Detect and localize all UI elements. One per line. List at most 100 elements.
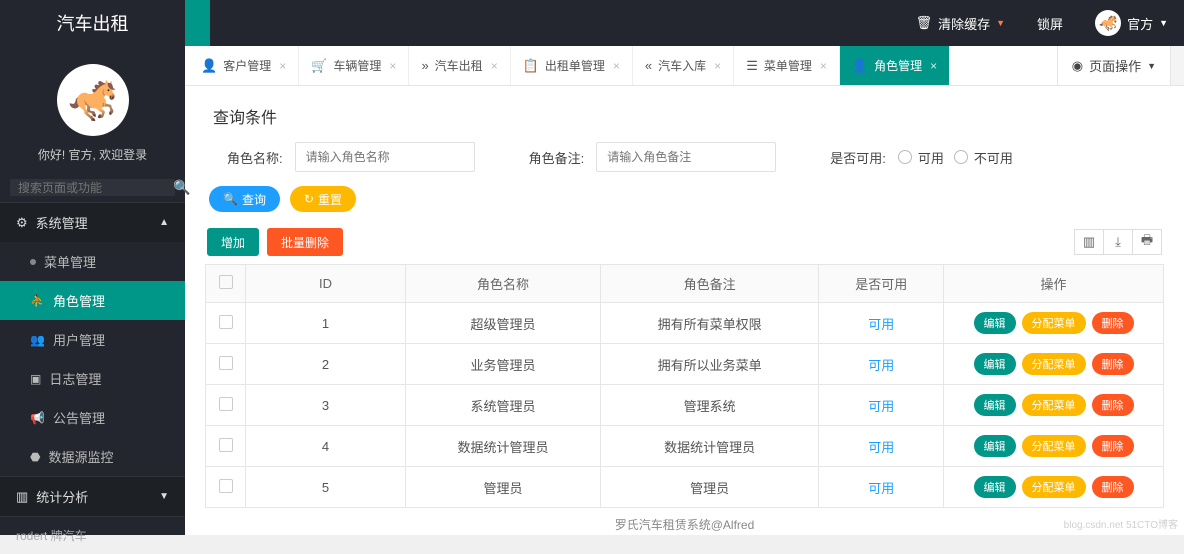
- sidebar-item-menu-mgmt[interactable]: 菜单管理: [0, 242, 185, 281]
- close-icon[interactable]: ×: [712, 59, 721, 73]
- clear-cache-button[interactable]: 🗑 清除缓存 ▼: [900, 14, 1021, 33]
- radio-available-yes[interactable]: 可用: [898, 148, 944, 167]
- delete-button[interactable]: 删除: [1092, 312, 1134, 334]
- cell-ops: 编辑分配菜单删除: [944, 426, 1164, 467]
- tab[interactable]: «汽车入库×: [633, 46, 734, 85]
- close-icon[interactable]: ×: [611, 59, 620, 73]
- batch-delete-button[interactable]: 批量删除: [267, 228, 343, 256]
- close-icon[interactable]: ×: [387, 59, 396, 73]
- search-input[interactable]: [18, 181, 173, 195]
- sidebar-footer: rodert 牌汽车: [0, 516, 185, 554]
- book-icon: ▣: [30, 372, 41, 386]
- edit-button[interactable]: 编辑: [974, 312, 1016, 334]
- close-icon[interactable]: ×: [928, 59, 937, 73]
- cell-name: 管理员: [406, 467, 601, 508]
- lock-screen-button[interactable]: 锁屏: [1021, 14, 1079, 33]
- cell-id: 4: [246, 426, 406, 467]
- close-icon[interactable]: ×: [277, 59, 286, 73]
- columns-tool-button[interactable]: ▥: [1074, 229, 1104, 255]
- assign-menu-button[interactable]: 分配菜单: [1022, 435, 1086, 457]
- delete-button[interactable]: 删除: [1092, 435, 1134, 457]
- search-button[interactable]: 🔍查询: [209, 186, 280, 212]
- row-checkbox[interactable]: [206, 344, 246, 385]
- assign-menu-button[interactable]: 分配菜单: [1022, 394, 1086, 416]
- chart-icon: ▥: [16, 489, 28, 505]
- tab-icon: 📋: [523, 58, 539, 74]
- sidebar-item-user-mgmt[interactable]: 👥用户管理: [0, 320, 185, 359]
- tab[interactable]: 🛒车辆管理×: [299, 46, 409, 85]
- table-row: 5管理员管理员可用编辑分配菜单删除: [206, 467, 1164, 508]
- sidebar-search[interactable]: 🔍: [10, 179, 175, 196]
- tab-label: 角色管理: [874, 57, 922, 74]
- tab-label: 菜单管理: [764, 57, 812, 74]
- menu-group-system[interactable]: ⚙ 系统管理 ▲: [0, 202, 185, 242]
- chevron-down-icon: ▼: [996, 18, 1005, 28]
- role-remark-input[interactable]: [596, 142, 776, 172]
- sidebar-item-notice-mgmt[interactable]: 📢公告管理: [0, 398, 185, 437]
- cell-name: 系统管理员: [406, 385, 601, 426]
- assign-menu-button[interactable]: 分配菜单: [1022, 476, 1086, 498]
- assign-menu-button[interactable]: 分配菜单: [1022, 353, 1086, 375]
- tab-icon: «: [645, 58, 652, 73]
- export-tool-button[interactable]: ⤓: [1103, 229, 1133, 255]
- row-checkbox[interactable]: [206, 303, 246, 344]
- reset-button[interactable]: ↻重置: [290, 186, 356, 212]
- row-checkbox[interactable]: [206, 385, 246, 426]
- row-checkbox[interactable]: [206, 426, 246, 467]
- edit-button[interactable]: 编辑: [974, 353, 1016, 375]
- tab-label: 出租单管理: [545, 57, 605, 74]
- tab[interactable]: 👤客户管理×: [189, 46, 299, 85]
- assign-menu-button[interactable]: 分配菜单: [1022, 312, 1086, 334]
- cell-remark: 管理系统: [600, 385, 818, 426]
- print-tool-button[interactable]: 🖶: [1132, 229, 1162, 255]
- edit-button[interactable]: 编辑: [974, 394, 1016, 416]
- search-icon: 🔍: [223, 192, 238, 206]
- cell-available: 可用: [819, 344, 944, 385]
- user-menu[interactable]: 🐎 官方 ▼: [1079, 10, 1184, 36]
- tab[interactable]: ☰菜单管理×: [734, 46, 840, 85]
- scrollbar-vertical[interactable]: [1170, 46, 1184, 85]
- delete-button[interactable]: 删除: [1092, 353, 1134, 375]
- sidebar-item-log-mgmt[interactable]: ▣日志管理: [0, 359, 185, 398]
- table-row: 1超级管理员拥有所有菜单权限可用编辑分配菜单删除: [206, 303, 1164, 344]
- app-logo: 汽车出租: [0, 10, 185, 36]
- lock-label: 锁屏: [1037, 14, 1063, 33]
- tab-icon: 👤: [852, 58, 868, 74]
- sidebar-item-datasource[interactable]: ⬣数据源监控: [0, 437, 185, 476]
- cell-ops: 编辑分配菜单删除: [944, 303, 1164, 344]
- row-checkbox[interactable]: [206, 467, 246, 508]
- cell-id: 1: [246, 303, 406, 344]
- print-icon: 🖶: [1141, 231, 1153, 253]
- menu-group-stats[interactable]: ▥ 统计分析 ▼: [0, 476, 185, 516]
- available-label: 是否可用:: [830, 148, 886, 167]
- radio-icon: [954, 150, 968, 164]
- close-icon[interactable]: ×: [489, 59, 498, 73]
- radio-available-no[interactable]: 不可用: [954, 148, 1013, 167]
- profile-block: 🐎 你好! 官方, 欢迎登录: [0, 46, 185, 173]
- section-title: 查询条件: [205, 100, 1164, 142]
- header-checkbox[interactable]: [206, 265, 246, 303]
- close-icon[interactable]: ×: [818, 59, 827, 73]
- search-icon[interactable]: 🔍: [173, 179, 190, 196]
- delete-button[interactable]: 删除: [1092, 394, 1134, 416]
- data-table: ID 角色名称 角色备注 是否可用 操作 1超级管理员拥有所有菜单权限可用编辑分…: [205, 264, 1164, 508]
- edit-button[interactable]: 编辑: [974, 476, 1016, 498]
- edit-button[interactable]: 编辑: [974, 435, 1016, 457]
- main-area: 👤客户管理×🛒车辆管理×»汽车出租×📋出租单管理×«汽车入库×☰菜单管理×👤角色…: [185, 46, 1184, 535]
- avatar-large: 🐎: [57, 64, 129, 136]
- tab[interactable]: »汽车出租×: [409, 46, 510, 85]
- tab[interactable]: 📋 出租单管理 ×: [511, 46, 633, 85]
- speaker-icon: 📢: [30, 411, 45, 425]
- chevron-up-icon: ▲: [159, 217, 169, 228]
- greeting-text: 你好! 官方, 欢迎登录: [38, 146, 147, 163]
- watermark: blog.csdn.net 51CTO博客: [1064, 516, 1178, 531]
- page-operations[interactable]: ◉ 页面操作 ▼: [1057, 46, 1170, 85]
- role-name-input[interactable]: [295, 142, 475, 172]
- tab[interactable]: 👤 角色管理 ×: [840, 46, 950, 85]
- cell-ops: 编辑分配菜单删除: [944, 467, 1164, 508]
- horse-icon: 🐎: [1099, 14, 1118, 32]
- delete-button[interactable]: 删除: [1092, 476, 1134, 498]
- sidebar-item-role-mgmt[interactable]: ⛹角色管理: [0, 281, 185, 320]
- radio-icon: [898, 150, 912, 164]
- add-button[interactable]: 增加: [207, 228, 259, 256]
